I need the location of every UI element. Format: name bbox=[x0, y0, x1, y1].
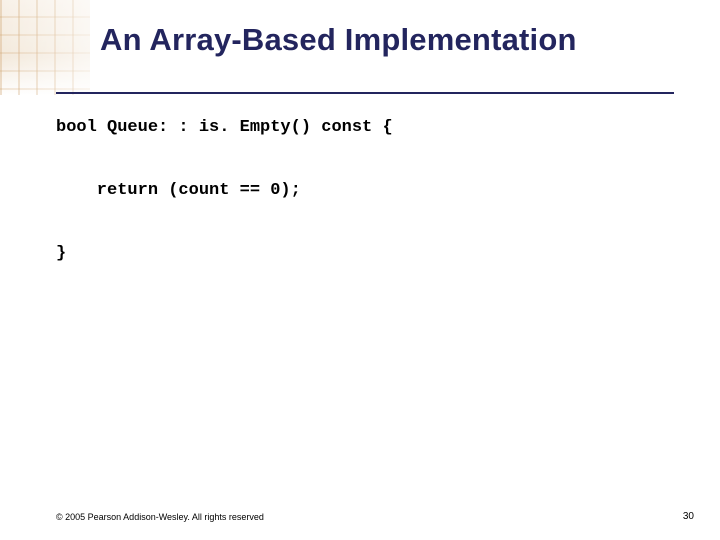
code-line-3: } bbox=[56, 244, 66, 263]
copyright-text: © 2005 Pearson Addison-Wesley. All right… bbox=[56, 512, 264, 522]
title-divider bbox=[56, 92, 674, 94]
code-line-2: return (count == 0); bbox=[56, 181, 301, 200]
header-decoration bbox=[0, 0, 90, 95]
code-block: bool Queue: : is. Empty() const { return… bbox=[56, 112, 676, 269]
slide: An Array-Based Implementation bool Queue… bbox=[0, 0, 720, 540]
code-line-1: bool Queue: : is. Empty() const { bbox=[56, 118, 393, 137]
slide-title: An Array-Based Implementation bbox=[100, 22, 700, 58]
page-number: 30 bbox=[683, 511, 694, 522]
